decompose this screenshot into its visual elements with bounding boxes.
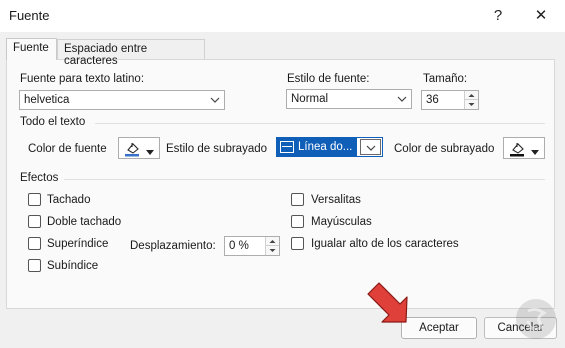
font-size-value: 36 [426,94,439,106]
line-sample-icon [280,141,294,153]
spin-down-icon[interactable] [266,246,279,255]
tachado-label: Tachado [47,194,91,206]
desplazamiento-spinner[interactable]: 0 % [224,236,280,256]
igualar-alto-checkbox[interactable] [291,237,304,250]
spin-up-icon[interactable] [266,237,279,246]
help-button[interactable]: ? [487,6,509,26]
latin-font-label: Fuente para texto latino: [20,73,145,85]
versalitas-checkbox[interactable] [291,193,304,206]
mayusculas-checkbox[interactable] [291,215,304,228]
all-text-separator [95,123,545,124]
chevron-down-icon[interactable] [360,139,381,155]
pointer-arrow-icon [362,268,412,326]
subindice-checkbox[interactable] [28,259,41,272]
latin-font-value: helvetica [24,94,70,106]
igualar-alto-label: Igualar alto de los caracteres [311,238,459,250]
underline-color-label: Color de subrayado [394,143,495,155]
underline-color-button[interactable] [503,137,545,159]
title-bar [0,0,565,32]
mayusculas-label: Mayúsculas [311,216,372,228]
accept-button[interactable]: Aceptar [401,317,477,339]
superindice-label: Superíndice [47,238,109,250]
font-style-combo[interactable]: Normal [286,89,412,109]
doble-tachado-label: Doble tachado [47,216,122,228]
font-color-button[interactable] [118,137,160,159]
caret-down-icon [531,146,539,158]
watermark-logo [514,297,558,341]
spin-up-icon[interactable] [465,91,478,100]
effects-section-label: Efectos [20,172,59,184]
close-button[interactable]: ✕ [530,6,552,26]
underline-style-label: Estilo de subrayado [166,143,268,155]
size-spin-buttons[interactable] [464,91,478,109]
latin-font-combo[interactable]: helvetica [19,90,225,110]
doble-tachado-checkbox[interactable] [28,215,41,228]
desplazamiento-label: Desplazamiento: [130,240,216,252]
chevron-down-icon[interactable] [394,90,411,108]
font-size-label: Tamaño: [423,73,468,85]
underline-style-selection: Línea do... [277,138,357,156]
desplazamiento-spin-buttons[interactable] [265,237,279,255]
underline-style-value: Línea do... [298,141,353,153]
superindice-checkbox[interactable] [28,237,41,250]
tab-espaciado[interactable]: Espaciado entre caracteres [57,39,205,67]
versalitas-label: Versalitas [311,194,361,206]
effects-separator [64,179,545,180]
subindice-label: Subíndice [47,260,99,272]
tab-fuente[interactable]: Fuente [6,38,57,60]
font-style-value: Normal [291,93,329,105]
spin-down-icon[interactable] [465,100,478,109]
underline-style-combo[interactable]: Línea do... [276,137,383,157]
all-text-section-label: Todo el texto [20,116,86,128]
caret-down-icon [146,146,154,158]
font-style-label: Estilo de fuente: [287,73,370,85]
paint-bucket-icon [509,141,527,160]
font-color-label: Color de fuente [28,143,107,155]
tachado-checkbox[interactable] [28,193,41,206]
chevron-down-icon[interactable] [207,91,224,109]
desplazamiento-value: 0 % [229,240,249,252]
paint-bucket-icon [124,141,142,160]
tab-fuente-label: Fuente [13,42,49,54]
font-size-spinner[interactable]: 36 [421,90,479,110]
dialog-title: Fuente [9,8,50,23]
